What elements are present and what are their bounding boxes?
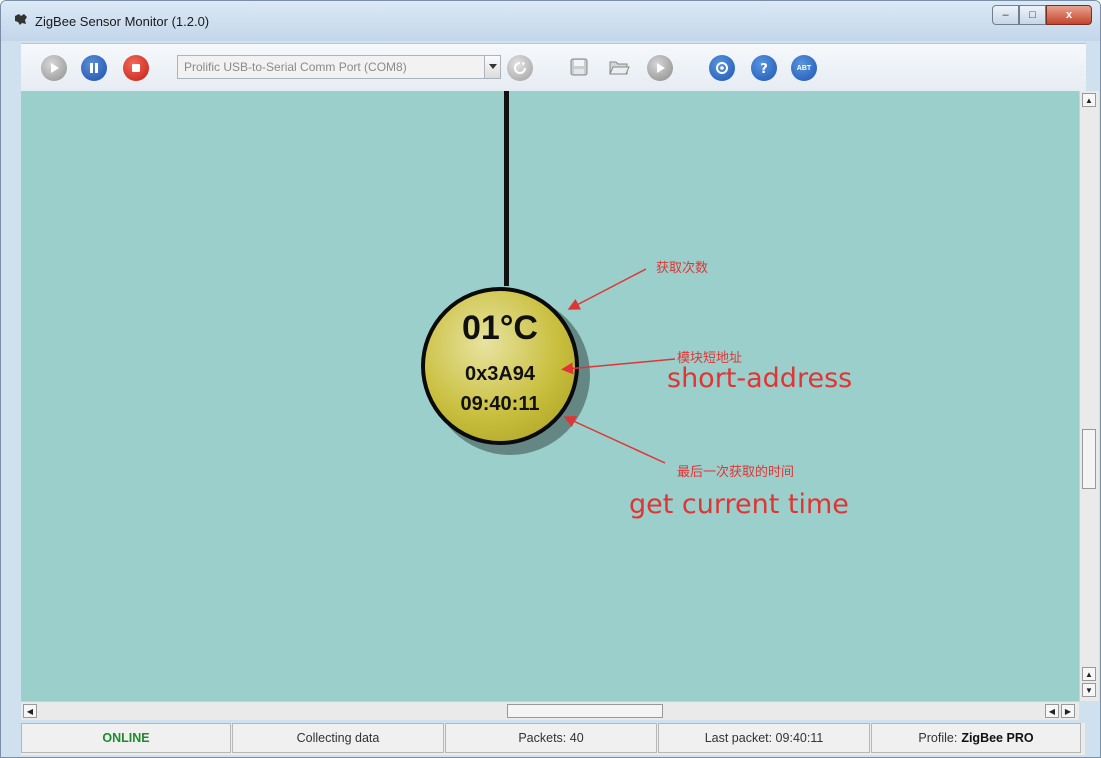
gear-icon bbox=[716, 62, 728, 74]
about-button[interactable]: ABT bbox=[791, 55, 817, 81]
scroll-up-arrow-bottom[interactable]: ▲ bbox=[1082, 667, 1096, 681]
arrow-time bbox=[563, 416, 666, 464]
refresh-icon bbox=[514, 62, 526, 74]
profile-value: ZigBee PRO bbox=[961, 731, 1034, 745]
horizontal-scrollbar[interactable]: ◀ ◀ ▶ bbox=[21, 701, 1079, 720]
profile-status: Profile: ZigBee PRO bbox=[871, 723, 1081, 753]
status-bar: ONLINE Collecting data Packets: 40 Last … bbox=[21, 723, 1085, 755]
annotation-time-cn: 最后一次获取的时间 bbox=[677, 465, 795, 480]
vertical-scrollbar[interactable]: ▲ ▲ ▼ bbox=[1079, 91, 1099, 701]
open-folder-icon bbox=[609, 61, 630, 75]
about-label: ABT bbox=[796, 64, 812, 72]
scroll-right-arrow[interactable]: ▶ bbox=[1061, 704, 1075, 718]
vertical-scroll-thumb[interactable] bbox=[1082, 429, 1096, 489]
pause-icon bbox=[90, 63, 98, 73]
refresh-ports-button[interactable] bbox=[507, 55, 533, 81]
collection-status: Collecting data bbox=[232, 723, 444, 753]
toolbar: Prolific USB-to-Serial Comm Port (COM8) … bbox=[21, 43, 1086, 92]
annotation-time-en: get current time bbox=[629, 489, 849, 520]
help-button[interactable]: ? bbox=[751, 55, 777, 81]
serial-port-select[interactable]: Prolific USB-to-Serial Comm Port (COM8) bbox=[177, 55, 485, 79]
arrow-address bbox=[561, 358, 676, 375]
floppy-disk-icon bbox=[570, 58, 588, 76]
window-controls: – □ x bbox=[992, 5, 1092, 25]
play-icon bbox=[657, 63, 665, 73]
window-title: ZigBee Sensor Monitor (1.2.0) bbox=[35, 14, 210, 29]
close-button[interactable]: x bbox=[1046, 5, 1092, 25]
stop-button[interactable] bbox=[123, 55, 149, 81]
replay-button[interactable] bbox=[647, 55, 673, 81]
pause-button[interactable] bbox=[81, 55, 107, 81]
minimize-button[interactable]: – bbox=[992, 5, 1019, 25]
scroll-left-arrow-right[interactable]: ◀ bbox=[1045, 704, 1059, 718]
stop-icon bbox=[132, 64, 140, 72]
chevron-down-icon bbox=[488, 64, 497, 69]
connection-status: ONLINE bbox=[21, 723, 231, 753]
annotation-count-cn: 获取次数 bbox=[656, 261, 709, 276]
title-bar: ZigBee Sensor Monitor (1.2.0) – □ x bbox=[1, 1, 1100, 41]
app-window: ZigBee Sensor Monitor (1.2.0) – □ x Prol… bbox=[0, 0, 1101, 758]
play-icon bbox=[51, 63, 59, 73]
profile-label: Profile: bbox=[918, 731, 958, 745]
open-button[interactable] bbox=[607, 55, 631, 79]
scroll-up-arrow[interactable]: ▲ bbox=[1082, 93, 1096, 107]
network-canvas[interactable]: 01°C 0x3A94 09:40:11 获取次数 模块短地址 short-ad… bbox=[21, 91, 1079, 701]
last-packet-time: Last packet: 09:40:11 bbox=[658, 723, 870, 753]
arrow-count bbox=[567, 268, 647, 310]
save-button[interactable] bbox=[567, 55, 591, 79]
scroll-left-arrow[interactable]: ◀ bbox=[23, 704, 37, 718]
question-mark-icon: ? bbox=[760, 62, 768, 75]
horizontal-scroll-thumb[interactable] bbox=[507, 704, 663, 718]
texas-instruments-logo-icon bbox=[15, 14, 27, 25]
scroll-down-arrow[interactable]: ▼ bbox=[1082, 683, 1096, 697]
settings-button[interactable] bbox=[709, 55, 735, 81]
svg-text:?: ? bbox=[760, 62, 768, 75]
packet-count: Packets: 40 bbox=[445, 723, 657, 753]
annotation-arrows bbox=[561, 268, 676, 464]
annotation-address-en: short-address bbox=[667, 363, 853, 394]
port-dropdown-button[interactable] bbox=[484, 55, 501, 79]
start-button[interactable] bbox=[41, 55, 67, 81]
maximize-button[interactable]: □ bbox=[1019, 5, 1046, 25]
